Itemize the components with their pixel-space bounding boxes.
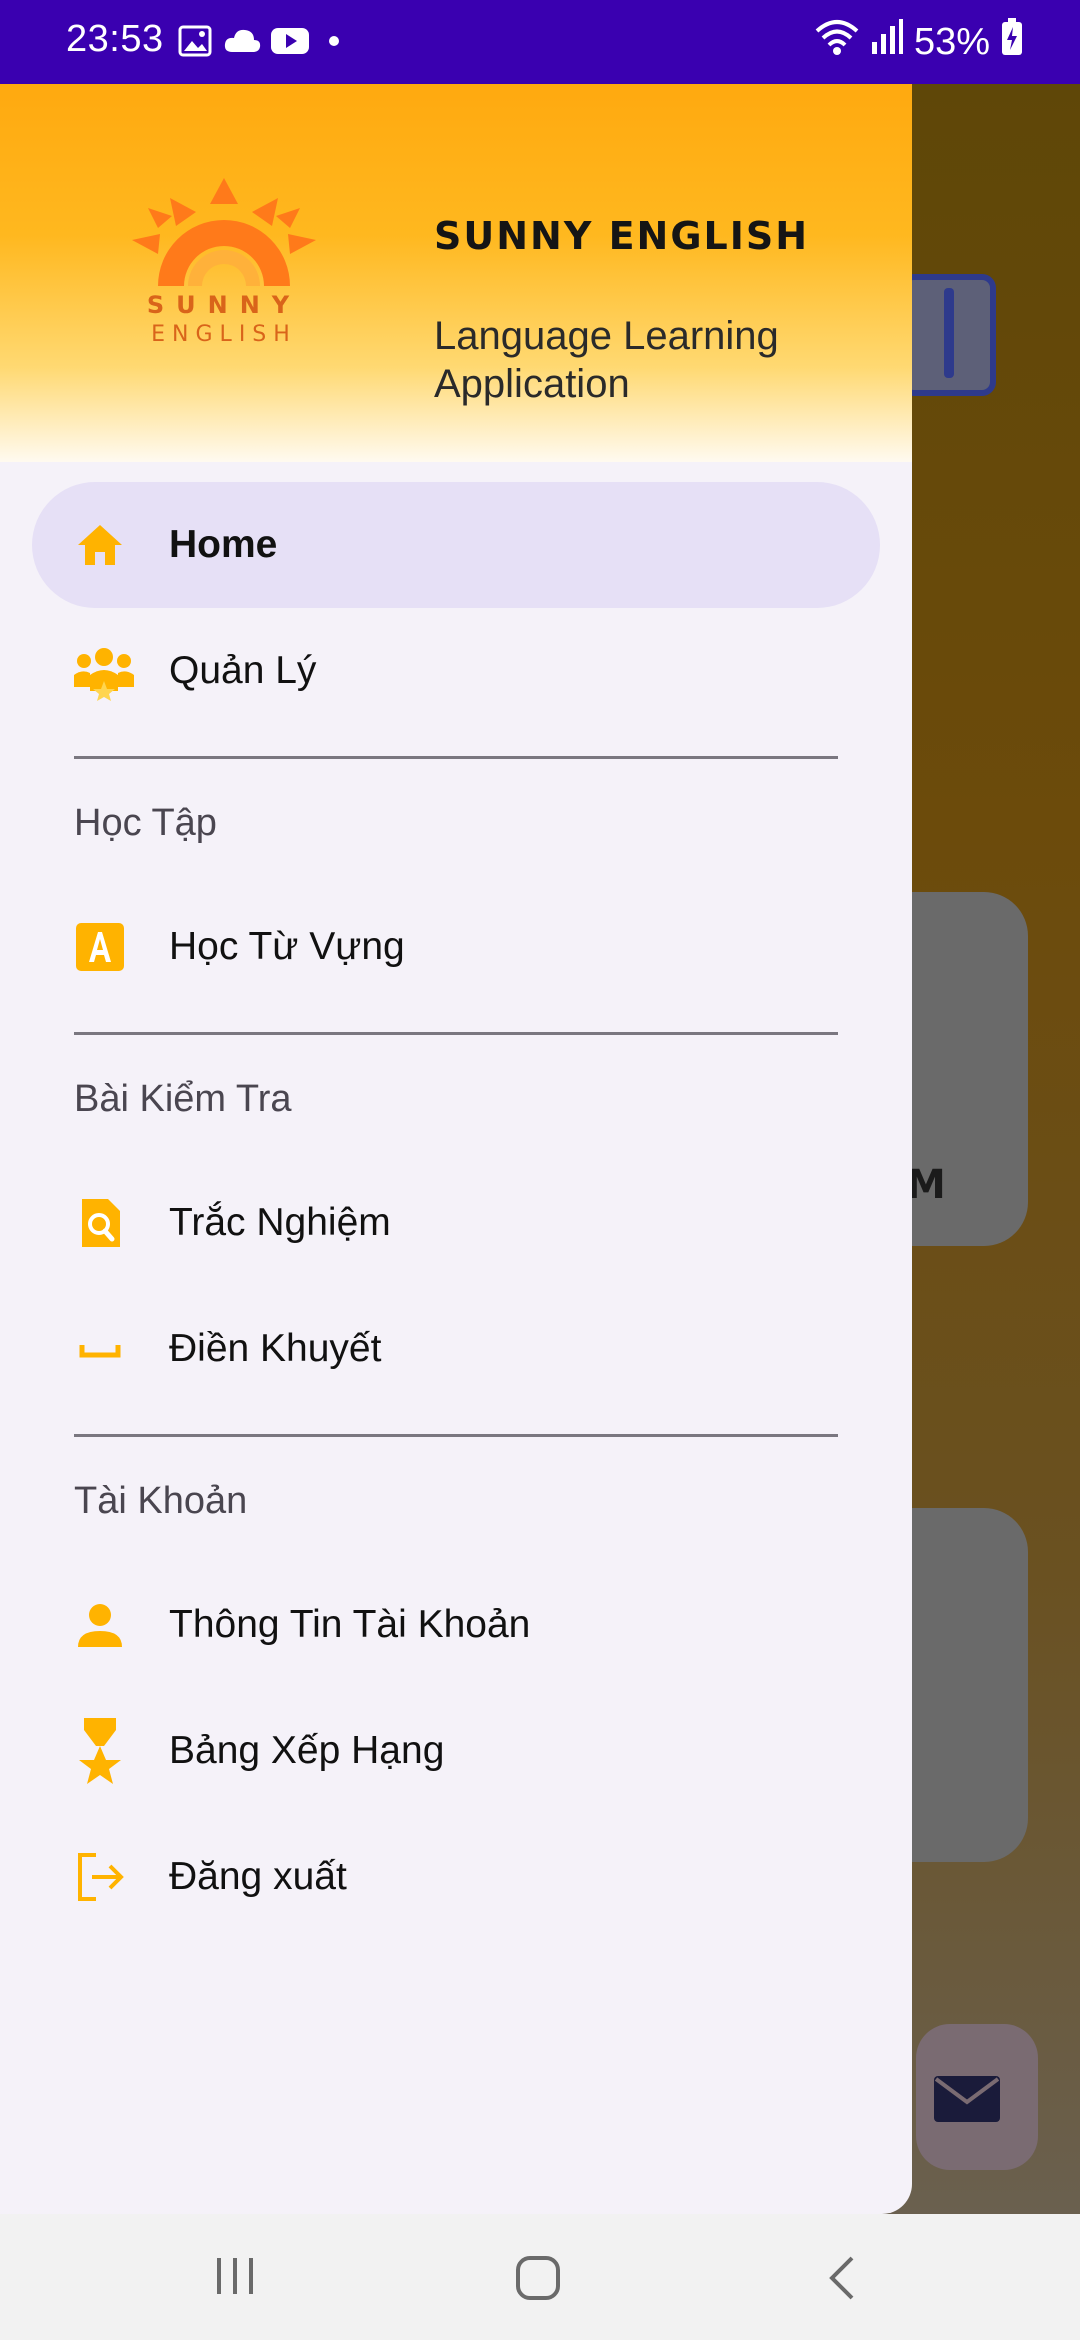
divider (74, 1032, 838, 1035)
space-bar-icon (74, 1323, 126, 1375)
menu-label-home: Home (169, 523, 278, 566)
menu-item-home[interactable]: Home (32, 482, 880, 608)
menu-label-leaderboard: Bảng Xếp Hạng (169, 1729, 445, 1772)
image-icon (178, 24, 212, 63)
status-right-group: 53% (814, 18, 1024, 66)
dot-icon (328, 34, 340, 52)
brand-subtitle: Language Learning Application (434, 314, 779, 406)
back-button[interactable] (824, 2254, 860, 2307)
youtube-icon (270, 24, 310, 63)
menu-item-fill-blank[interactable]: Điền Khuyết (32, 1286, 880, 1412)
section-title-account: Tài Khoản (74, 1480, 248, 1522)
logo-text-english: ENGLISH (151, 322, 297, 347)
drawer-header: SUNNY ENGLISH SUNNY ENGLISH Language Lea… (0, 84, 912, 462)
document-search-icon (74, 1197, 126, 1249)
menu-label-fill-blank: Điền Khuyết (169, 1327, 382, 1370)
battery-percent: 53% (913, 20, 990, 63)
trophy-star-icon (74, 1716, 126, 1786)
status-bar: 23:53 53% (0, 0, 1080, 84)
menu-item-leaderboard[interactable]: Bảng Xếp Hạng (32, 1688, 880, 1814)
sunny-english-logo: SUNNY ENGLISH (118, 168, 338, 353)
cloud-icon (222, 24, 262, 63)
logo-text-sunny: SUNNY (147, 291, 301, 319)
section-title-tests: Bài Kiểm Tra (74, 1078, 292, 1120)
battery-charging-icon (1000, 17, 1024, 67)
letter-a-icon (74, 921, 126, 973)
group-icon (72, 645, 136, 701)
person-icon (74, 1599, 126, 1651)
logout-icon (74, 1851, 126, 1903)
divider (74, 1434, 838, 1437)
menu-item-account-info[interactable]: Thông Tin Tài Khoản (32, 1562, 880, 1688)
wifi-icon (814, 17, 860, 67)
navigation-drawer: SUNNY ENGLISH SUNNY ENGLISH Language Lea… (0, 84, 912, 2214)
menu-item-manage[interactable]: Quản Lý (32, 608, 880, 734)
divider (74, 756, 838, 759)
menu-label-logout: Đăng xuất (169, 1855, 347, 1898)
menu-label-quiz: Trắc Nghiệm (169, 1201, 391, 1244)
menu-item-quiz[interactable]: Trắc Nghiệm (32, 1160, 880, 1286)
menu-label-manage: Quản Lý (169, 649, 317, 692)
menu-label-vocabulary: Học Từ Vựng (169, 925, 405, 968)
home-icon (74, 519, 126, 571)
section-title-learning: Học Tập (74, 802, 217, 844)
menu-item-vocabulary[interactable]: Học Từ Vựng (32, 884, 880, 1010)
background-book-icon (900, 274, 996, 396)
signal-icon (870, 18, 904, 66)
status-time: 23:53 (66, 18, 164, 60)
brand-title: SUNNY ENGLISH (434, 214, 810, 258)
background-mail-button (916, 2024, 1038, 2170)
menu-item-logout[interactable]: Đăng xuất (32, 1814, 880, 1940)
menu-label-account-info: Thông Tin Tài Khoản (169, 1603, 531, 1646)
recent-apps-button[interactable] (214, 2254, 256, 2303)
system-navigation-bar (0, 2214, 1080, 2340)
home-button[interactable] (514, 2254, 562, 2307)
